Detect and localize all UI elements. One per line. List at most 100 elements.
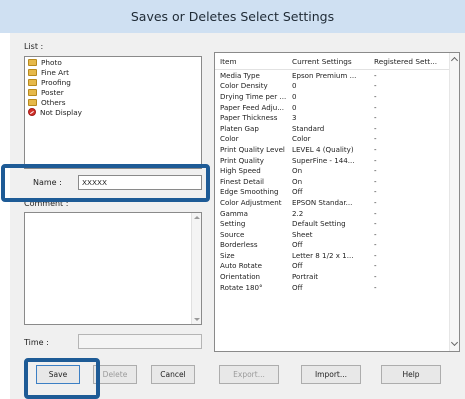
cell-item: Color Adjustment bbox=[220, 197, 282, 207]
cell-current-setting: 0 bbox=[292, 81, 297, 91]
list-item[interactable]: Proofing bbox=[25, 77, 201, 87]
folder-icon bbox=[28, 58, 37, 66]
table-row[interactable]: Platen Gap Standard - bbox=[215, 123, 459, 134]
table-row[interactable]: Color Adjustment EPSON Standar... - bbox=[215, 197, 459, 208]
folder-icon bbox=[28, 88, 37, 96]
list-item[interactable]: Others bbox=[25, 97, 201, 107]
cell-registered-setting: - bbox=[374, 81, 377, 91]
folder-icon bbox=[28, 98, 37, 106]
scroll-down-icon[interactable] bbox=[194, 318, 200, 321]
cell-registered-setting: - bbox=[374, 91, 377, 101]
delete-button[interactable]: Delete bbox=[93, 365, 137, 384]
list-item-label: Photo bbox=[41, 57, 62, 67]
settings-table[interactable]: Item Current Settings Registered Sett...… bbox=[214, 52, 460, 352]
window-title: Saves or Deletes Select Settings bbox=[130, 9, 335, 24]
time-field bbox=[78, 334, 202, 349]
comment-label: Comment : bbox=[24, 199, 69, 208]
table-row[interactable]: Media Type Epson Premium ... - bbox=[215, 70, 459, 81]
table-row[interactable]: Print Quality Level LEVEL 4 (Quality) - bbox=[215, 144, 459, 155]
list-item[interactable]: Not Display bbox=[25, 107, 201, 117]
cell-registered-setting: - bbox=[374, 261, 377, 271]
cell-item: Gamma bbox=[220, 208, 249, 218]
cell-current-setting: LEVEL 4 (Quality) bbox=[292, 144, 354, 154]
cell-current-setting: Standard bbox=[292, 123, 325, 133]
cell-registered-setting: - bbox=[374, 166, 377, 176]
table-row[interactable]: Size Letter 8 1/2 x 1... - bbox=[215, 250, 459, 261]
table-row[interactable]: Print Quality SuperFine - 144... - bbox=[215, 155, 459, 166]
cell-registered-setting: - bbox=[374, 272, 377, 282]
cell-registered-setting: - bbox=[374, 282, 377, 292]
column-header-item[interactable]: Item bbox=[215, 57, 287, 66]
cell-registered-setting: - bbox=[374, 144, 377, 154]
cell-current-setting: Off bbox=[292, 187, 303, 197]
cell-current-setting: 2.2 bbox=[292, 208, 304, 218]
cell-item: Drying Time per ... bbox=[220, 91, 287, 101]
table-header: Item Current Settings Registered Sett... bbox=[215, 53, 459, 70]
cell-item: High Speed bbox=[220, 166, 261, 176]
table-row[interactable]: Finest Detail On - bbox=[215, 176, 459, 187]
table-row[interactable]: Edge Smoothing Off - bbox=[215, 187, 459, 198]
table-row[interactable]: Gamma 2.2 - bbox=[215, 208, 459, 219]
chevron-down-icon[interactable] bbox=[450, 338, 459, 347]
table-scrollbar[interactable] bbox=[449, 53, 459, 351]
export-button[interactable]: Export... bbox=[219, 365, 279, 384]
cell-item: Finest Detail bbox=[220, 176, 265, 186]
table-row[interactable]: Source Sheet - bbox=[215, 229, 459, 240]
column-header-current[interactable]: Current Settings bbox=[287, 57, 369, 66]
table-row[interactable]: Rotate 180° Off - bbox=[215, 282, 459, 293]
cell-current-setting: Epson Premium ... bbox=[292, 70, 357, 80]
table-row[interactable]: Color Density 0 - bbox=[215, 81, 459, 92]
comment-scrollbar[interactable] bbox=[191, 213, 201, 324]
list-item[interactable]: Photo bbox=[25, 57, 201, 67]
table-row[interactable]: Setting Default Setting - bbox=[215, 218, 459, 229]
table-row[interactable]: Paper Thickness 3 - bbox=[215, 112, 459, 123]
cell-registered-setting: - bbox=[374, 155, 377, 165]
cell-registered-setting: - bbox=[374, 102, 377, 112]
cell-registered-setting: - bbox=[374, 197, 377, 207]
cell-item: Color bbox=[220, 134, 239, 144]
cell-item: Print Quality bbox=[220, 155, 264, 165]
cell-item: Auto Rotate bbox=[220, 261, 262, 271]
cell-item: Media Type bbox=[220, 70, 260, 80]
table-row[interactable]: Color Color - bbox=[215, 134, 459, 145]
table-row[interactable]: Borderless Off - bbox=[215, 240, 459, 251]
cell-item: Size bbox=[220, 250, 235, 260]
comment-field[interactable] bbox=[24, 212, 202, 325]
settings-list[interactable]: Photo Fine Art Proofing Poster Others Not Dis… bbox=[24, 56, 202, 169]
not-display-icon bbox=[28, 108, 36, 116]
chevron-up-icon[interactable] bbox=[450, 56, 459, 65]
import-button[interactable]: Import... bbox=[301, 365, 361, 384]
list-item-label: Others bbox=[41, 97, 66, 107]
cell-current-setting: Off bbox=[292, 282, 303, 292]
list-item[interactable]: Poster bbox=[25, 87, 201, 97]
save-button[interactable]: Save bbox=[36, 365, 80, 384]
list-item-label: Fine Art bbox=[41, 67, 69, 77]
table-row[interactable]: Auto Rotate Off - bbox=[215, 261, 459, 272]
cell-item: Color Density bbox=[220, 81, 268, 91]
table-row[interactable]: High Speed On - bbox=[215, 165, 459, 176]
list-item[interactable]: Fine Art bbox=[25, 67, 201, 77]
cell-registered-setting: - bbox=[374, 134, 377, 144]
column-header-registered[interactable]: Registered Sett... bbox=[369, 57, 449, 66]
scroll-up-icon[interactable] bbox=[194, 216, 200, 219]
cell-registered-setting: - bbox=[374, 187, 377, 197]
cell-current-setting: On bbox=[292, 176, 303, 186]
cell-item: Print Quality Level bbox=[220, 144, 285, 154]
table-body: Media Type Epson Premium ... - Color Densit… bbox=[215, 70, 459, 292]
cell-current-setting: 0 bbox=[292, 91, 297, 101]
list-item-label: Not Display bbox=[40, 107, 82, 117]
cell-current-setting: SuperFine - 144... bbox=[292, 155, 355, 165]
list-label: List : bbox=[24, 42, 44, 51]
cell-current-setting: Color bbox=[292, 134, 311, 144]
table-row[interactable]: Paper Feed Adju... 0 - bbox=[215, 102, 459, 113]
cell-current-setting: EPSON Standar... bbox=[292, 197, 353, 207]
title-bar: Saves or Deletes Select Settings bbox=[0, 0, 465, 33]
table-row[interactable]: Orientation Portrait - bbox=[215, 271, 459, 282]
cancel-button[interactable]: Cancel bbox=[151, 365, 195, 384]
cell-item: Edge Smoothing bbox=[220, 187, 279, 197]
cell-current-setting: On bbox=[292, 166, 303, 176]
cell-registered-setting: - bbox=[374, 208, 377, 218]
table-row[interactable]: Drying Time per ... 0 - bbox=[215, 91, 459, 102]
help-button[interactable]: Help bbox=[381, 365, 441, 384]
name-field[interactable]: XXXXX bbox=[78, 175, 202, 190]
